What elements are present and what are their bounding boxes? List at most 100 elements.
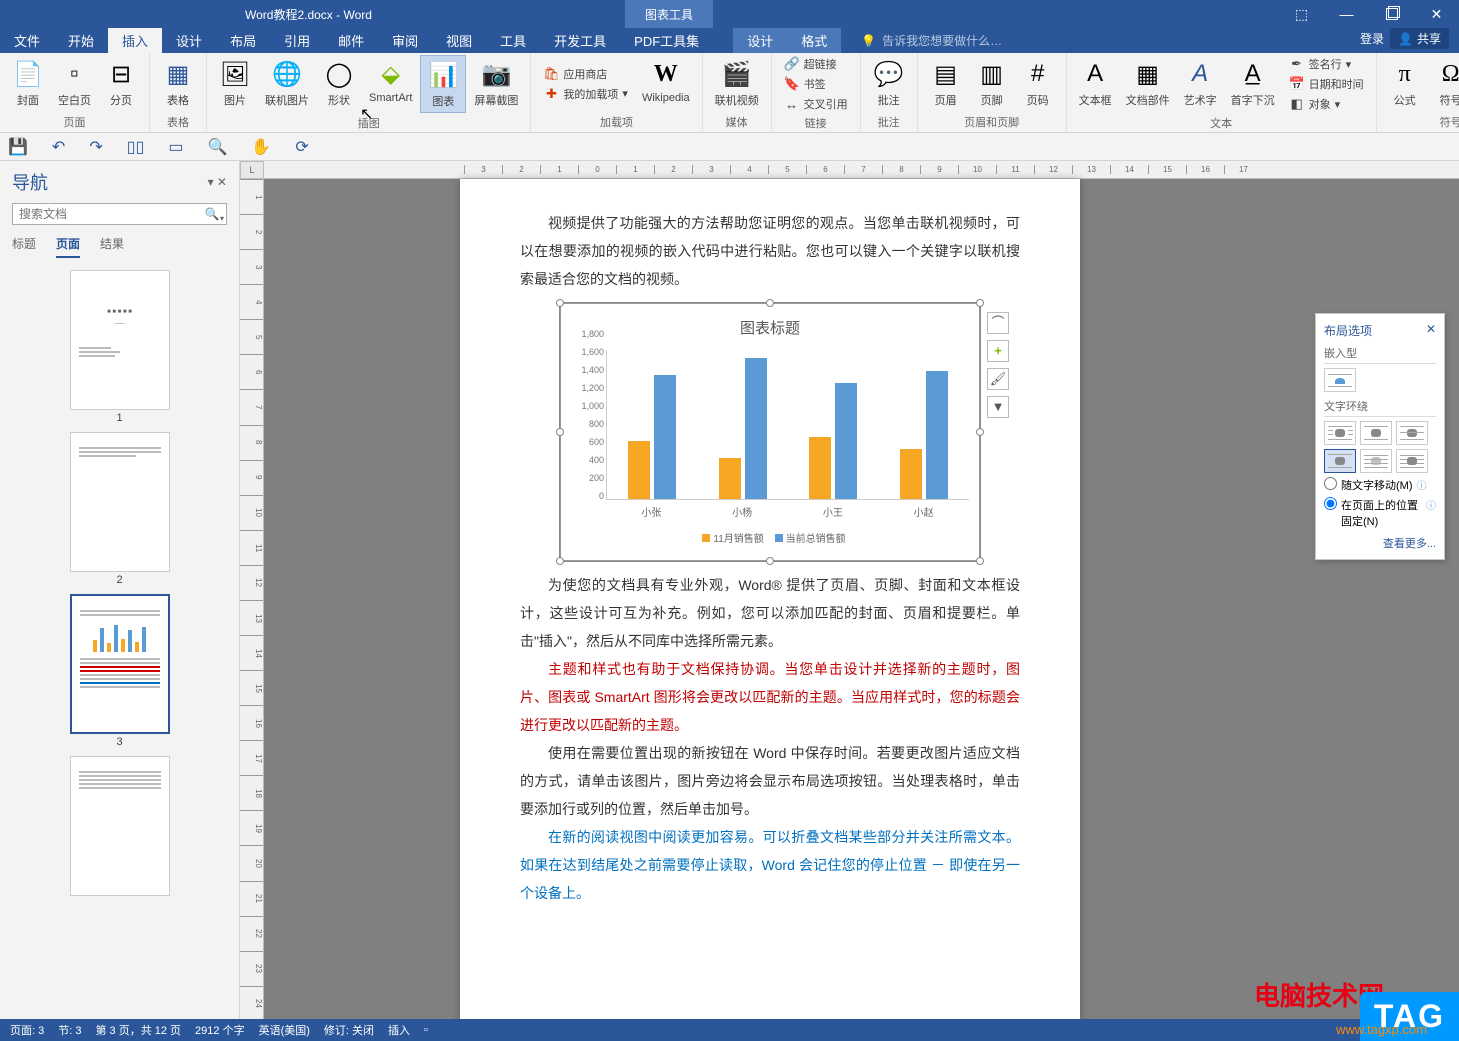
wordart-button[interactable]: A艺术字: [1178, 55, 1223, 113]
my-addins-button[interactable]: ✚我的加载项 ▾: [541, 85, 630, 103]
tab-devtools[interactable]: 开发工具: [540, 28, 620, 53]
tab-design[interactable]: 设计: [162, 28, 216, 53]
tab-insert[interactable]: 插入: [108, 28, 162, 53]
wikipedia-button[interactable]: WWikipedia: [636, 55, 696, 112]
chart-title[interactable]: 图表标题: [571, 314, 969, 344]
status-language[interactable]: 英语(美国): [259, 1022, 310, 1038]
status-track[interactable]: 修订: 关闭: [324, 1022, 374, 1038]
thumbnail-page-2[interactable]: 2: [65, 432, 175, 586]
store-button[interactable]: 🛍应用商店: [541, 65, 630, 83]
tab-tools[interactable]: 工具: [486, 28, 540, 53]
ruler-corner[interactable]: L: [240, 161, 264, 179]
vertical-ruler[interactable]: 123456789101112131415161718192021222324: [240, 179, 264, 1021]
sigline-button[interactable]: ✒签名行 ▾: [1287, 55, 1366, 73]
chart-plot-area[interactable]: 02004006008001,0001,2001,4001,6001,800: [606, 350, 969, 500]
chart-elements-button[interactable]: +: [987, 340, 1009, 362]
login-link[interactable]: 登录: [1360, 30, 1384, 47]
pagenum-button[interactable]: #页码: [1016, 55, 1060, 112]
tab-home[interactable]: 开始: [54, 28, 108, 53]
wrap-through-icon[interactable]: [1396, 421, 1428, 445]
object-button[interactable]: ◧对象 ▾: [1287, 95, 1366, 113]
tab-chart-design[interactable]: 设计: [733, 28, 787, 53]
see-more-link[interactable]: 查看更多...: [1324, 535, 1436, 551]
nav-tab-headings[interactable]: 标题: [12, 235, 36, 258]
dropcap-button[interactable]: A̲首字下沉: [1225, 55, 1281, 113]
minimize-button[interactable]: —: [1324, 0, 1369, 28]
screenshot-button[interactable]: 📷屏幕截图: [468, 55, 524, 113]
qat-icon-3[interactable]: 🔍: [207, 137, 227, 157]
qat-icon-4[interactable]: ✋: [251, 137, 271, 157]
datetime-button[interactable]: 📅日期和时间: [1287, 75, 1366, 93]
page-break-button[interactable]: ⊟分页: [99, 55, 143, 112]
horizontal-ruler[interactable]: 32101234567891011121314151617: [264, 161, 1459, 179]
chart-layout-options-button[interactable]: ⌒: [987, 312, 1009, 334]
online-picture-button[interactable]: 🌐联机图片: [259, 55, 315, 113]
nav-pin-close[interactable]: ▾ ✕: [208, 175, 227, 189]
wrap-tight-icon[interactable]: [1360, 421, 1392, 445]
status-icon[interactable]: ▫: [424, 1024, 428, 1036]
header-button[interactable]: ▤页眉: [924, 55, 968, 112]
textbox-button[interactable]: A文本框: [1073, 55, 1118, 113]
info-icon[interactable]: ⓘ: [1417, 477, 1427, 492]
thumbnail-page-4[interactable]: [65, 756, 175, 896]
info-icon[interactable]: ⓘ: [1426, 497, 1436, 512]
chart-legend[interactable]: 11月销售额 当前总销售额: [571, 530, 969, 550]
crossref-button[interactable]: ↔交叉引用: [782, 95, 850, 113]
wrap-behind-icon[interactable]: [1360, 449, 1392, 473]
tab-view[interactable]: 视图: [432, 28, 486, 53]
quickparts-button[interactable]: ▦文档部件: [1120, 55, 1176, 113]
chart-styles-button[interactable]: 🖌: [987, 368, 1009, 390]
footer-button[interactable]: ▥页脚: [970, 55, 1014, 112]
close-button[interactable]: ✕: [1414, 0, 1459, 28]
blank-page-button[interactable]: ▫空白页: [52, 55, 97, 112]
hyperlink-button[interactable]: 🔗超链接: [782, 55, 850, 73]
tab-references[interactable]: 引用: [270, 28, 324, 53]
redo-icon[interactable]: ↷: [89, 137, 102, 157]
chart-filters-button[interactable]: ▼: [987, 396, 1009, 418]
online-video-button[interactable]: 🎬联机视频: [709, 55, 765, 112]
picture-button[interactable]: 🖼图片: [213, 55, 257, 113]
thumbnail-page-1[interactable]: ■ ■ ■ ■ ■—— 1: [65, 270, 175, 424]
share-button[interactable]: 👤共享: [1390, 28, 1449, 49]
chart-object[interactable]: ⌒ + 🖌 ▼ 图表标题 02004006008001,0001,2001,40…: [560, 303, 980, 561]
bookmark-button[interactable]: 🔖书签: [782, 75, 850, 93]
status-pages[interactable]: 第 3 页，共 12 页: [95, 1022, 181, 1038]
status-section[interactable]: 节: 3: [58, 1022, 81, 1038]
symbol-button[interactable]: Ω符号: [1429, 55, 1459, 112]
wrap-front-icon[interactable]: [1396, 449, 1428, 473]
comment-button[interactable]: 💬批注: [867, 55, 911, 112]
qat-icon-1[interactable]: ▯▯: [127, 137, 145, 157]
nav-tab-results[interactable]: 结果: [100, 235, 124, 258]
nav-search-box[interactable]: 🔍: [12, 203, 227, 225]
thumbnail-page-3[interactable]: 3: [65, 594, 175, 748]
nav-search-input[interactable]: [13, 204, 198, 224]
ribbon-options-icon[interactable]: ⬚: [1279, 0, 1324, 28]
tab-review[interactable]: 审阅: [378, 28, 432, 53]
qat-icon-2[interactable]: ▭: [168, 137, 183, 157]
smartart-button[interactable]: ⬙SmartArt: [363, 55, 418, 113]
tab-layout[interactable]: 布局: [216, 28, 270, 53]
status-insert[interactable]: 插入: [388, 1022, 410, 1038]
document-page[interactable]: 视频提供了功能强大的方法帮助您证明您的观点。当您单击联机视频时，可以在想要添加的…: [460, 179, 1080, 1021]
wrap-inline-icon[interactable]: [1324, 368, 1356, 392]
maximize-button[interactable]: [1369, 0, 1414, 28]
table-button[interactable]: ▦表格: [156, 55, 200, 112]
wrap-square-icon[interactable]: [1324, 421, 1356, 445]
move-with-text-radio[interactable]: 随文字移动(M)ⓘ: [1324, 477, 1436, 493]
cover-page-button[interactable]: 📄封面: [6, 55, 50, 112]
nav-tab-pages[interactable]: 页面: [56, 235, 80, 258]
wrap-topbottom-icon[interactable]: [1324, 449, 1356, 473]
layout-options-close[interactable]: ✕: [1426, 322, 1436, 339]
tab-chart-format[interactable]: 格式: [787, 28, 841, 53]
status-words[interactable]: 2912 个字: [195, 1022, 245, 1038]
qat-icon-5[interactable]: ⟳: [295, 137, 308, 157]
shapes-button[interactable]: ◯形状: [317, 55, 361, 113]
undo-icon[interactable]: ↶: [52, 137, 65, 157]
tab-mail[interactable]: 邮件: [324, 28, 378, 53]
tab-pdf[interactable]: PDF工具集: [620, 28, 713, 53]
equation-button[interactable]: π公式: [1383, 55, 1427, 112]
tell-me-search[interactable]: 💡告诉我您想要做什么…: [861, 28, 1002, 53]
search-icon[interactable]: 🔍: [198, 204, 226, 224]
tab-file[interactable]: 文件: [0, 28, 54, 53]
status-page[interactable]: 页面: 3: [10, 1022, 44, 1038]
